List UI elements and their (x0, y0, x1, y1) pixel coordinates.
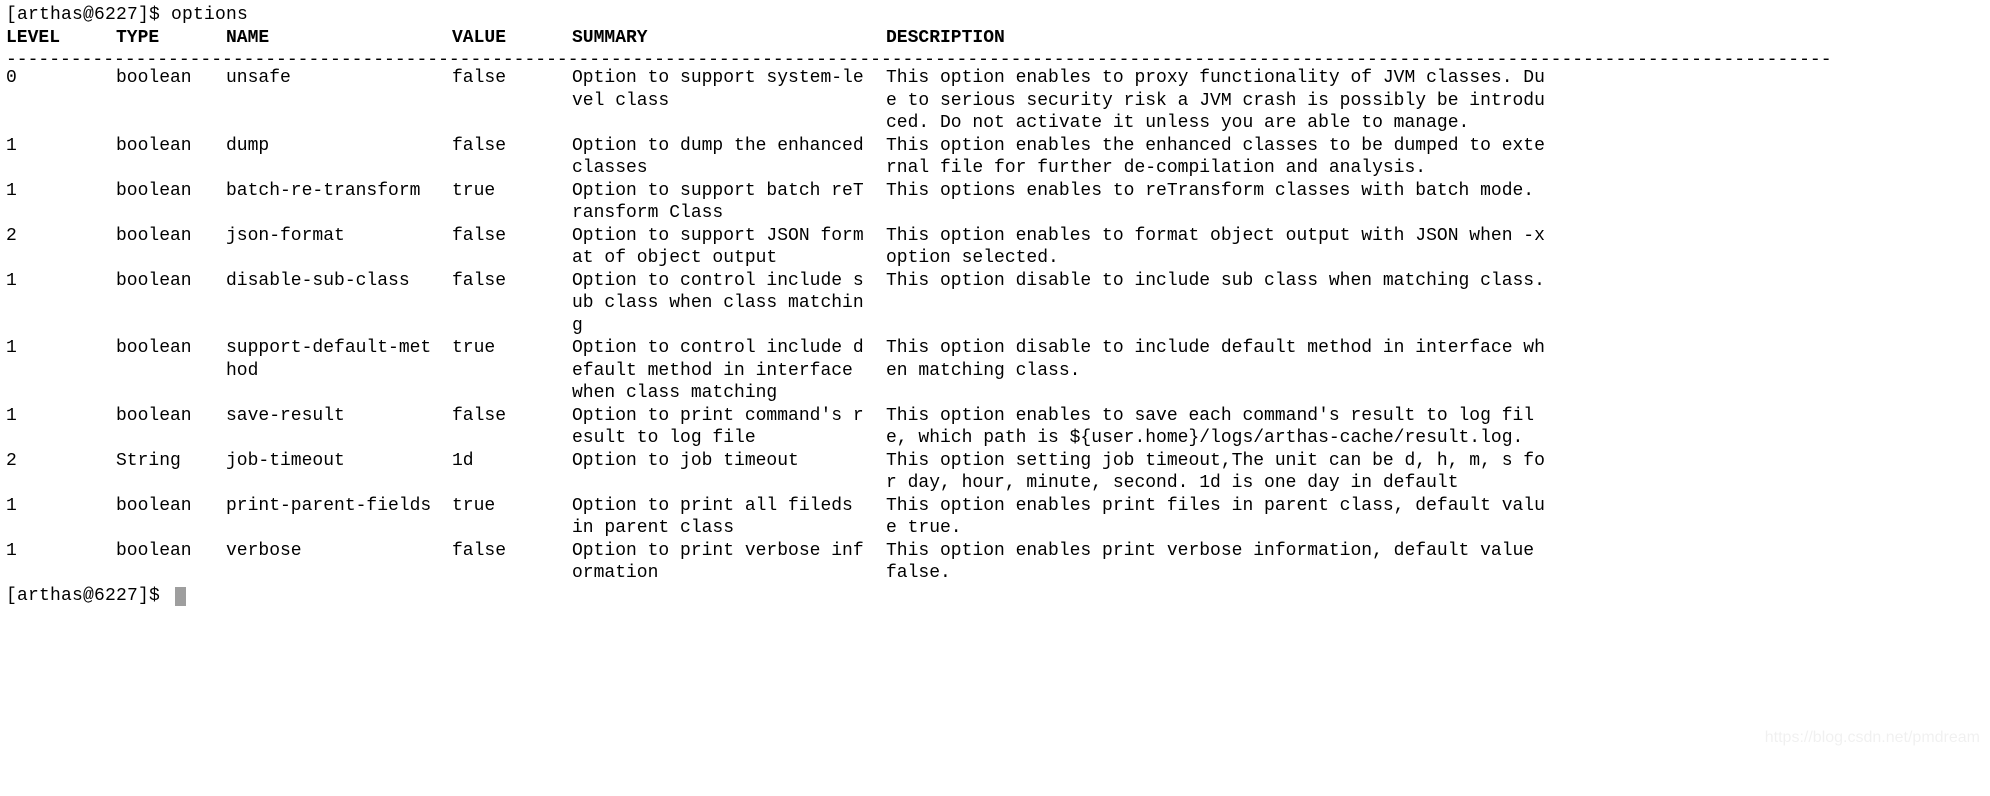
cell-level: 1 (6, 405, 116, 428)
cell-description: This option enables to proxy functionali… (886, 67, 1566, 135)
table-row: 1booleanverbosefalseOption to print verb… (6, 540, 1984, 585)
cell-summary: Option to print all fileds in parent cla… (572, 495, 886, 540)
cell-name: batch-re-transform (226, 180, 452, 203)
prompt-line-bottom[interactable]: [arthas@6227]$ (6, 585, 1984, 608)
prompt-line-top: [arthas@6227]$ options (6, 4, 1984, 27)
cell-name: support-default-method (226, 337, 452, 382)
cell-level: 1 (6, 180, 116, 203)
table-row: 1booleandumpfalseOption to dump the enha… (6, 135, 1984, 180)
cell-summary: Option to support JSON format of object … (572, 225, 886, 270)
cell-value: true (452, 495, 572, 518)
cell-name: verbose (226, 540, 452, 563)
cell-description: This option setting job timeout,The unit… (886, 450, 1566, 495)
cell-description: This option enables the enhanced classes… (886, 135, 1566, 180)
table-row: 1booleanbatch-re-transformtrueOption to … (6, 180, 1984, 225)
cell-name: print-parent-fields (226, 495, 452, 518)
header-summary: SUMMARY (572, 27, 886, 50)
cell-level: 1 (6, 135, 116, 158)
cell-summary: Option to job timeout (572, 450, 886, 473)
cell-description: This option enables to save each command… (886, 405, 1566, 450)
csdn-watermark: https://blog.csdn.net/pmdream (1765, 728, 1980, 748)
cell-value: false (452, 405, 572, 428)
cell-level: 2 (6, 225, 116, 248)
cursor-icon (175, 587, 186, 606)
prompt-text: [arthas@6227]$ (6, 586, 171, 606)
cell-description: This option enables print verbose inform… (886, 540, 1566, 585)
cell-value: false (452, 135, 572, 158)
cell-name: job-timeout (226, 450, 452, 473)
cell-description: This option disable to include default m… (886, 337, 1566, 382)
cell-level: 1 (6, 495, 116, 518)
cell-type: boolean (116, 495, 226, 518)
header-description: DESCRIPTION (886, 27, 1566, 50)
table-row: 1booleansupport-default-methodtrueOption… (6, 337, 1984, 405)
cell-description: This option enables print files in paren… (886, 495, 1566, 540)
cell-name: disable-sub-class (226, 270, 452, 293)
cell-type: boolean (116, 270, 226, 293)
cell-level: 2 (6, 450, 116, 473)
table-row: 1booleansave-resultfalseOption to print … (6, 405, 1984, 450)
cell-type: String (116, 450, 226, 473)
table-row: 0booleanunsafefalseOption to support sys… (6, 67, 1984, 135)
cell-level: 1 (6, 540, 116, 563)
header-type: TYPE (116, 27, 226, 50)
header-name: NAME (226, 27, 452, 50)
cell-summary: Option to support system-level class (572, 67, 886, 112)
cell-name: unsafe (226, 67, 452, 90)
cell-type: boolean (116, 180, 226, 203)
cell-name: save-result (226, 405, 452, 428)
cell-value: false (452, 67, 572, 90)
cell-value: false (452, 270, 572, 293)
cell-description: This option enables to format object out… (886, 225, 1566, 270)
cell-summary: Option to dump the enhanced classes (572, 135, 886, 180)
cell-value: false (452, 540, 572, 563)
table-row: 2booleanjson-formatfalseOption to suppor… (6, 225, 1984, 270)
cell-description: This option disable to include sub class… (886, 270, 1566, 293)
cell-description: This options enables to reTransform clas… (886, 180, 1566, 203)
cell-type: boolean (116, 540, 226, 563)
cell-summary: Option to print verbose information (572, 540, 886, 585)
cell-summary: Option to support batch reTransform Clas… (572, 180, 886, 225)
cell-value: true (452, 180, 572, 203)
table-row: 1booleandisable-sub-classfalseOption to … (6, 270, 1984, 338)
horizontal-rule: ----------------------------------------… (6, 49, 1984, 67)
terminal-output: [arthas@6227]$ options LEVEL TYPE NAME V… (0, 0, 1990, 611)
cell-value: false (452, 225, 572, 248)
cell-type: boolean (116, 67, 226, 90)
cell-type: boolean (116, 337, 226, 360)
cell-type: boolean (116, 225, 226, 248)
cell-level: 1 (6, 270, 116, 293)
table-row: 2Stringjob-timeout1dOption to job timeou… (6, 450, 1984, 495)
header-value: VALUE (452, 27, 572, 50)
cell-summary: Option to control include sub class when… (572, 270, 886, 338)
cell-name: dump (226, 135, 452, 158)
cell-value: 1d (452, 450, 572, 473)
cell-summary: Option to control include default method… (572, 337, 886, 405)
cell-type: boolean (116, 405, 226, 428)
options-table-body: 0booleanunsafefalseOption to support sys… (6, 67, 1984, 585)
cell-summary: Option to print command's result to log … (572, 405, 886, 450)
options-table-header: LEVEL TYPE NAME VALUE SUMMARY DESCRIPTIO… (6, 27, 1984, 50)
cell-level: 0 (6, 67, 116, 90)
cell-level: 1 (6, 337, 116, 360)
header-level: LEVEL (6, 27, 116, 50)
table-row: 1booleanprint-parent-fieldstrueOption to… (6, 495, 1984, 540)
cell-value: true (452, 337, 572, 360)
cell-name: json-format (226, 225, 452, 248)
cell-type: boolean (116, 135, 226, 158)
